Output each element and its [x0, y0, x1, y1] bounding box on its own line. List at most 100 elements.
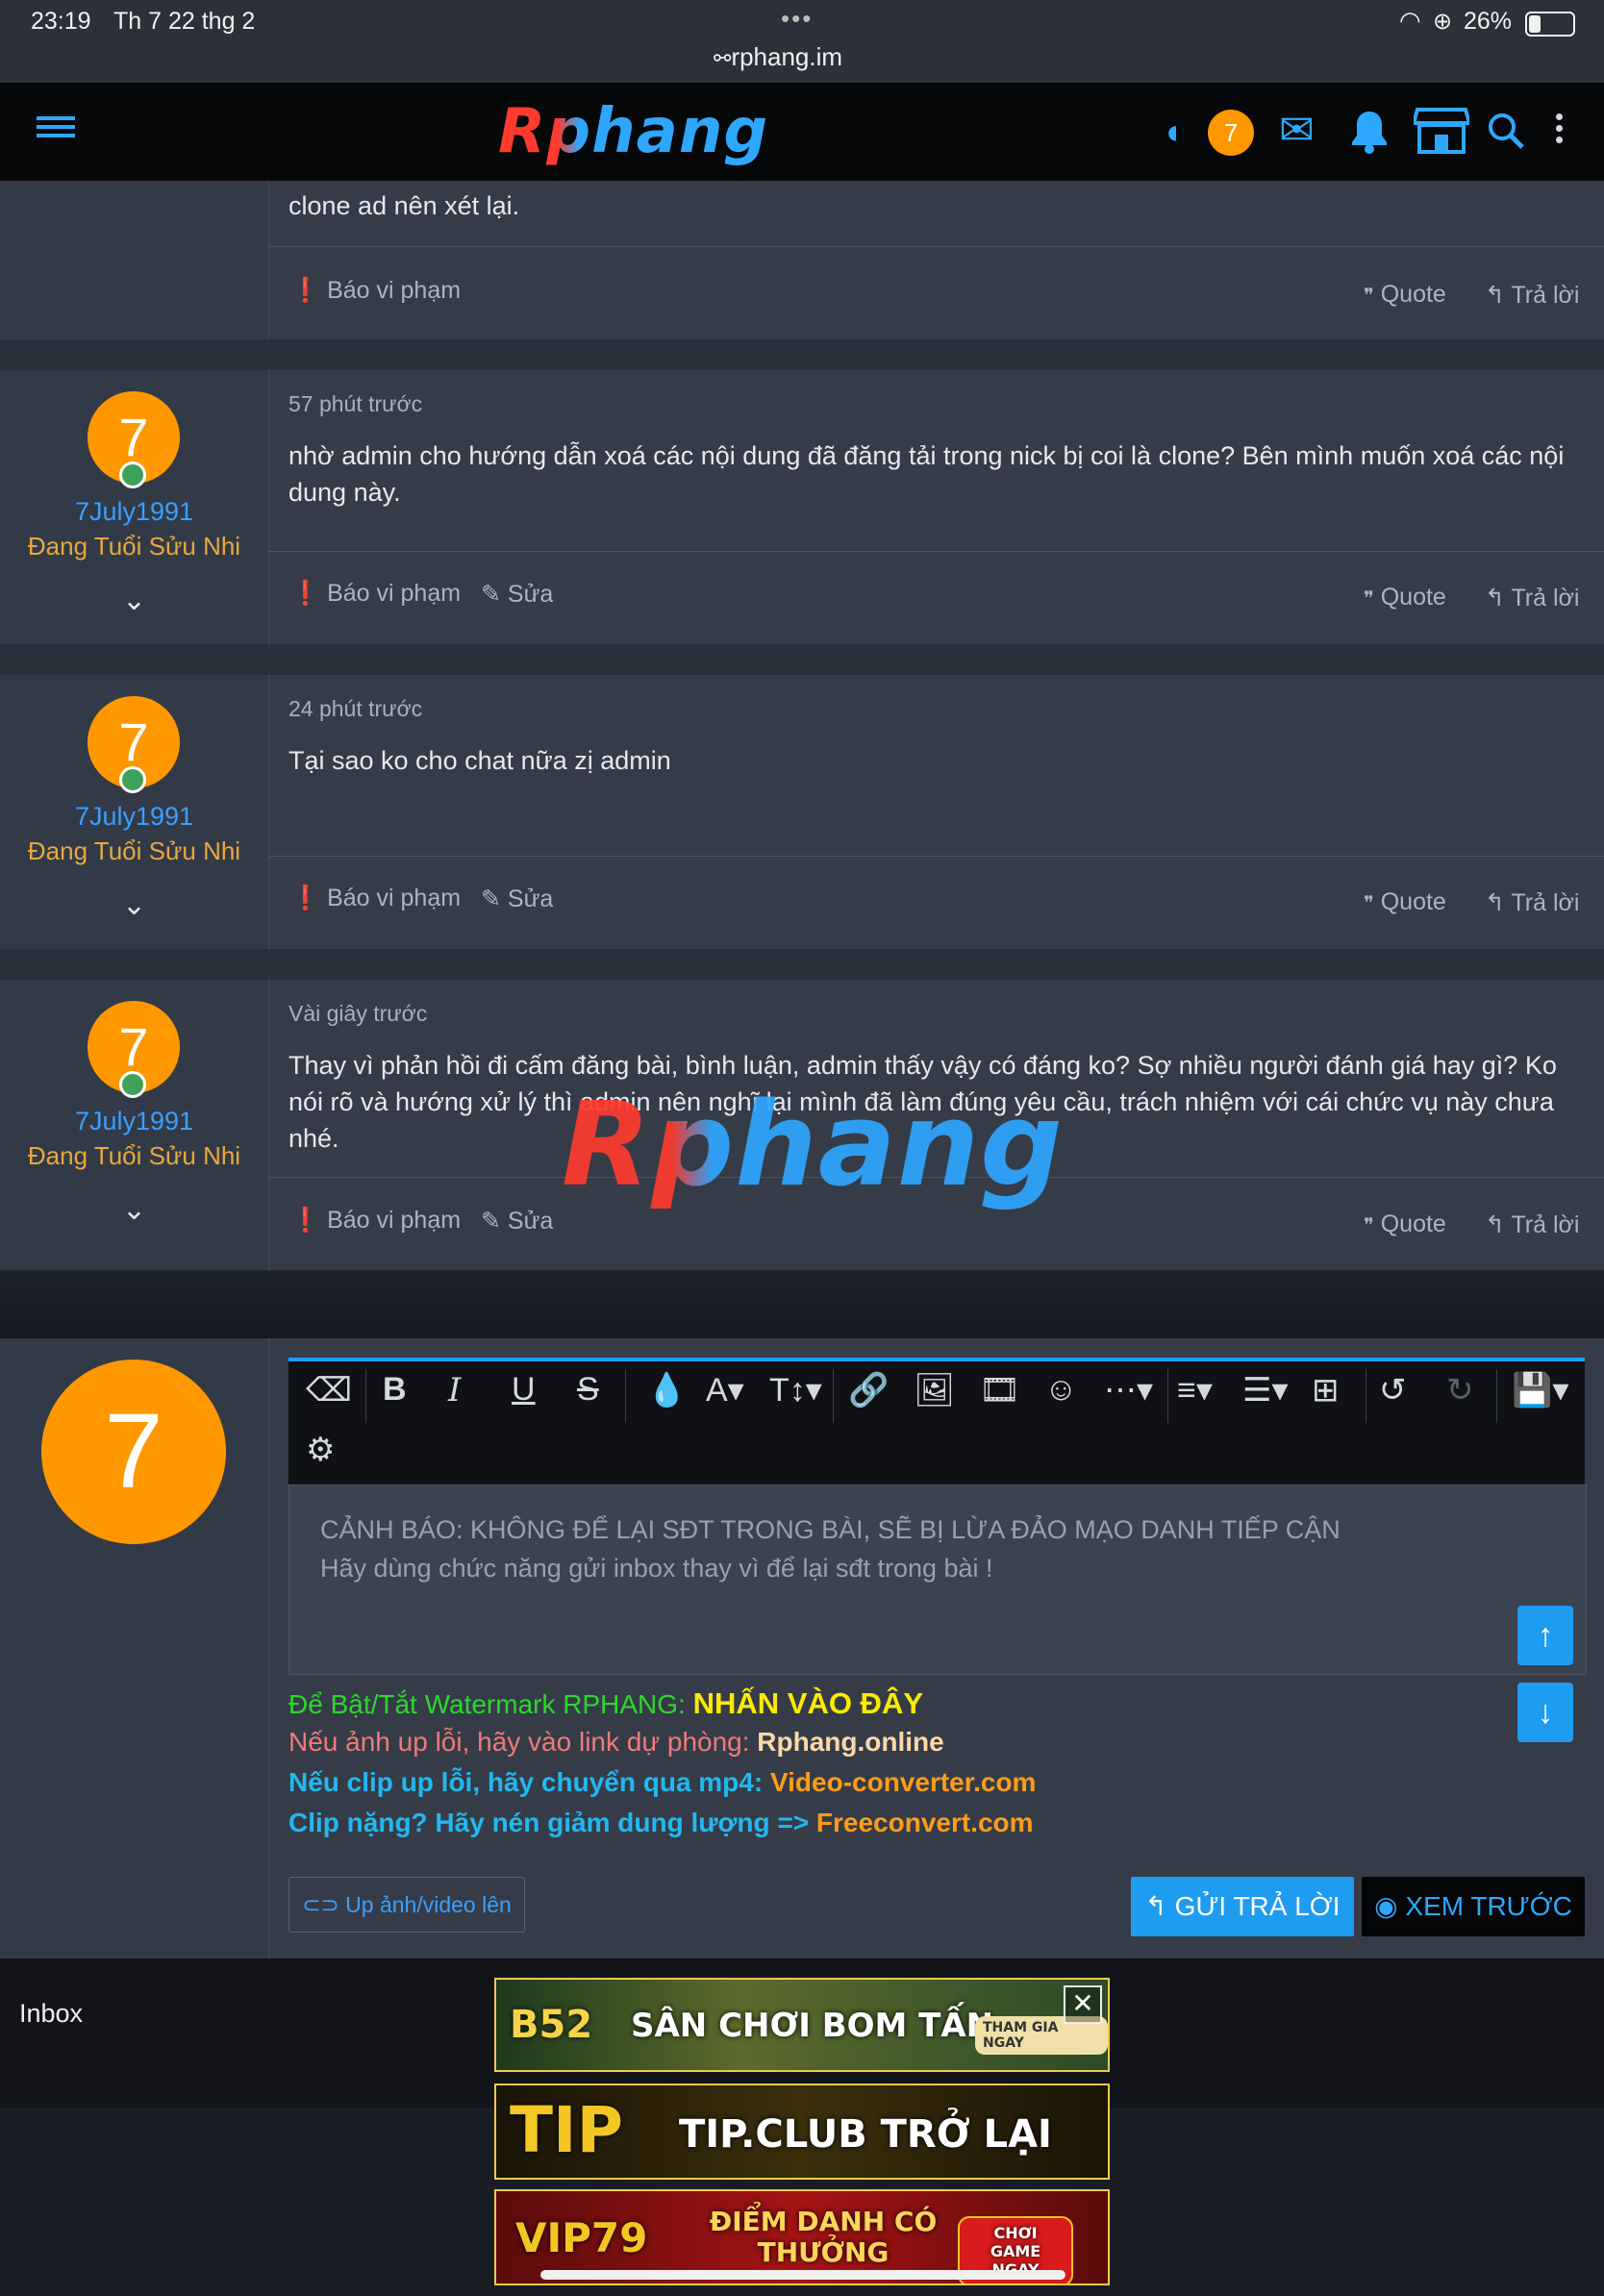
- arrow-up-icon: ↑: [1537, 1617, 1554, 1654]
- more-options-icon[interactable]: ⋯▾: [1104, 1371, 1153, 1410]
- post-gap: [0, 339, 1604, 370]
- post-content: nhờ admin cho hướng dẫn xoá các nội dung…: [288, 441, 1565, 507]
- eye-icon: ◉: [1374, 1891, 1398, 1921]
- notification-badge[interactable]: 7: [1208, 110, 1254, 156]
- font-size-icon[interactable]: T↕▾: [769, 1371, 822, 1410]
- upload-media-button[interactable]: ⊂⊃ Up ảnh/video lên: [288, 1877, 525, 1933]
- close-icon[interactable]: ✕: [1064, 1985, 1102, 2024]
- bell-icon[interactable]: [1350, 110, 1389, 159]
- report-link[interactable]: ❗ Báo vi phạm: [290, 1207, 461, 1235]
- chevron-down-icon[interactable]: ⌄: [0, 584, 268, 617]
- top-nav: Rphang ◐ 7 ✉: [0, 83, 1604, 181]
- attachment-icon: ⊂⊃: [302, 1892, 339, 1917]
- backup-link[interactable]: Rphang.online: [757, 1727, 943, 1757]
- reply-link[interactable]: ↰ Trả lời: [1485, 888, 1579, 917]
- save-draft-icon[interactable]: 💾▾: [1512, 1371, 1568, 1410]
- pencil-icon: ✎: [481, 886, 501, 912]
- scroll-down-button[interactable]: ↓: [1517, 1683, 1573, 1742]
- report-link[interactable]: ❗ Báo vi phạm: [290, 580, 461, 608]
- quote-link[interactable]: ❞ Quote: [1364, 584, 1446, 611]
- quote-link[interactable]: ❞ Quote: [1364, 888, 1446, 916]
- arrow-down-icon: ↓: [1537, 1694, 1554, 1731]
- watermark-toggle-link[interactable]: NHẤN VÀO ĐÂY: [693, 1686, 923, 1720]
- search-icon[interactable]: [1487, 112, 1525, 155]
- table-icon[interactable]: ⊞: [1312, 1371, 1340, 1410]
- ad-text: ĐIỂM DANH CÓ THƯỞNG: [709, 2206, 938, 2268]
- clock: 23:19: [31, 8, 91, 35]
- report-link[interactable]: ❗ Báo vi phạm: [290, 885, 461, 912]
- message-editor[interactable]: CẢNH BÁO: KHÔNG ĐỂ LẠI SĐT TRONG BÀI, SẼ…: [288, 1485, 1587, 1675]
- color-drop-icon[interactable]: 💧: [646, 1371, 687, 1410]
- username[interactable]: 7July1991: [0, 1107, 268, 1136]
- font-family-icon[interactable]: A▾: [706, 1371, 744, 1410]
- pencil-icon: ✎: [481, 581, 501, 608]
- ad-banner[interactable]: B52 SÂN CHƠI BOM TẤN THAM GIA NGAY ✕: [494, 1978, 1110, 2072]
- freeconvert-link[interactable]: Freeconvert.com: [816, 1808, 1034, 1837]
- ad-banner[interactable]: TIP TIP.CLUB TRỞ LẠI: [494, 2084, 1110, 2180]
- reply-link[interactable]: ↰ Trả lời: [1485, 584, 1579, 612]
- italic-icon[interactable]: I: [448, 1371, 461, 1410]
- user-title: Đang Tuổi Sửu Nhi: [27, 532, 241, 561]
- username[interactable]: 7July1991: [0, 802, 268, 832]
- store-icon[interactable]: [1411, 106, 1472, 161]
- post-partial: clone ad nên xét lại. ❗ Báo vi phạm ❞ Qu…: [0, 181, 1604, 339]
- mail-icon[interactable]: ✉: [1279, 106, 1315, 155]
- chevron-down-icon[interactable]: ⌄: [0, 888, 268, 922]
- note-image-backup: Nếu ảnh up lỗi, hãy vào link dự phòng: R…: [288, 1727, 944, 1757]
- eraser-icon[interactable]: ⌫: [306, 1371, 352, 1410]
- alert-icon: ❗: [290, 277, 321, 304]
- site-settings-icon: ⚯: [714, 46, 732, 70]
- online-status-icon: [119, 462, 146, 488]
- quote-link[interactable]: ❞ Quote: [1364, 281, 1446, 309]
- emoji-icon[interactable]: ☺: [1044, 1371, 1078, 1409]
- pencil-icon: ✎: [481, 1208, 501, 1235]
- reply-link[interactable]: ↰ Trả lời: [1485, 281, 1579, 310]
- ad-brand: TIP: [510, 2093, 623, 2167]
- bold-icon[interactable]: B: [383, 1371, 407, 1409]
- editor-toolbar: ⌫ B I U S 💧 A▾ T↕▾ 🔗 🖼 🎞 ☺ ⋯▾ ≡▾ ☰▾ ⊞ ↺ …: [288, 1358, 1585, 1488]
- video-icon[interactable]: 🎞: [979, 1371, 1020, 1410]
- post-main: 57 phút trước nhờ admin cho hướng dẫn xo…: [269, 370, 1604, 644]
- reply-link[interactable]: ↰ Trả lời: [1485, 1210, 1579, 1239]
- strikethrough-icon[interactable]: S: [577, 1371, 599, 1409]
- redo-icon[interactable]: ↻: [1446, 1371, 1474, 1410]
- more-dots-icon[interactable]: •••: [781, 4, 813, 34]
- quote-link[interactable]: ❞ Quote: [1364, 1210, 1446, 1238]
- reply-icon: ↰: [1485, 282, 1505, 309]
- site-logo[interactable]: Rphang: [498, 96, 768, 167]
- quote-icon: ❞: [1364, 286, 1374, 307]
- video-converter-link[interactable]: Video-converter.com: [770, 1767, 1036, 1797]
- edit-link[interactable]: ✎ Sửa: [481, 885, 553, 913]
- preview-button[interactable]: ◉ XEM TRƯỚC: [1362, 1877, 1585, 1936]
- toolbar-separator: [365, 1369, 366, 1423]
- edit-link[interactable]: ✎ Sửa: [481, 580, 553, 609]
- editor-placeholder-line1: CẢNH BÁO: KHÔNG ĐỂ LẠI SĐT TRONG BÀI, SẼ…: [320, 1515, 1341, 1544]
- settings-gear-icon[interactable]: ⚙: [306, 1431, 335, 1469]
- menu-icon[interactable]: [37, 112, 75, 142]
- avatar[interactable]: 7: [41, 1360, 226, 1544]
- chevron-down-icon[interactable]: ⌄: [0, 1193, 268, 1227]
- quote-icon: ❞: [1364, 1215, 1374, 1236]
- more-vertical-icon[interactable]: [1556, 113, 1563, 143]
- undo-icon[interactable]: ↺: [1379, 1371, 1407, 1410]
- username[interactable]: 7July1991: [0, 497, 268, 527]
- underline-icon[interactable]: U: [512, 1371, 536, 1409]
- align-icon[interactable]: ≡▾: [1177, 1371, 1213, 1410]
- theme-toggle-icon[interactable]: ◐: [1165, 112, 1187, 152]
- edit-link[interactable]: ✎ Sửa: [481, 1207, 553, 1235]
- scroll-up-button[interactable]: ↑: [1517, 1606, 1573, 1665]
- post-reply-button[interactable]: ↰ GỬI TRẢ LỜI: [1131, 1877, 1354, 1936]
- image-icon[interactable]: 🖼: [914, 1371, 955, 1410]
- link-icon[interactable]: 🔗: [848, 1371, 889, 1410]
- list-icon[interactable]: ☰▾: [1242, 1371, 1289, 1410]
- reply-icon: ↰: [1485, 1211, 1505, 1238]
- post-time[interactable]: 57 phút trước: [288, 391, 422, 417]
- post-user-panel: 7 7July1991 Đang Tuổi Sửu Nhi ⌄: [0, 675, 269, 949]
- report-link[interactable]: ❗ Báo vi phạm: [290, 277, 461, 305]
- post-time[interactable]: 24 phút trước: [288, 696, 422, 722]
- post-content: clone ad nên xét lại.: [288, 191, 520, 220]
- address-bar[interactable]: ⚯rphang.im: [714, 42, 842, 72]
- inbox-link[interactable]: Inbox: [19, 1999, 83, 2029]
- post-time[interactable]: Vài giây trước: [288, 1001, 427, 1027]
- ad-text: TIP.CLUB TRỞ LẠI: [679, 2112, 1052, 2157]
